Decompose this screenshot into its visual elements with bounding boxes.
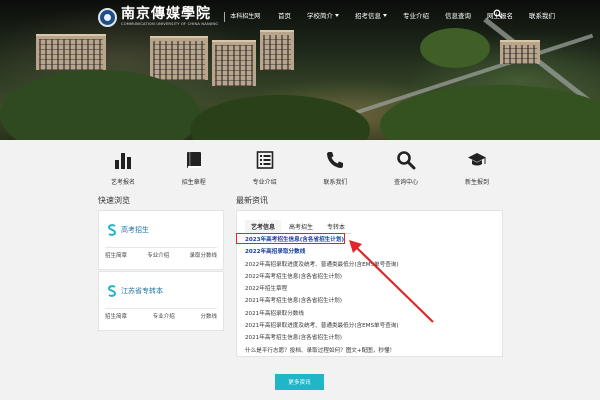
news-item[interactable]: 2022年高考招生信息(含各省招生计划) xyxy=(245,271,495,283)
news-item[interactable]: 什么是平行志愿？投档、录取过程如何？图文+配图，秒懂！ xyxy=(245,345,495,357)
hero-building xyxy=(500,40,540,64)
tab-gaokao[interactable]: 高考招生 xyxy=(283,220,320,234)
search-icon[interactable] xyxy=(493,9,503,19)
card-divider xyxy=(105,308,217,309)
logo-text: 南京傳媒學院 COMMUNICATION UNIVERSITY OF CHINA… xyxy=(121,7,218,27)
news-item[interactable]: 2022年高招录取分数线 xyxy=(245,246,495,258)
bar-chart-icon xyxy=(115,153,131,169)
quick-link-label: 联系我们 xyxy=(323,179,348,186)
s-logo-icon xyxy=(107,224,117,236)
logo-english: COMMUNICATION UNIVERSITY OF CHINA NANJIN… xyxy=(121,22,219,26)
menu-item-home[interactable]: 首页 xyxy=(278,10,291,20)
tab-art-exam[interactable]: 艺考信息 xyxy=(245,220,282,234)
news-item[interactable]: 2021年高考招生信息(含各省招生计划) xyxy=(245,295,495,307)
card-header[interactable]: 高考招生 xyxy=(107,224,149,236)
card-link-scores[interactable]: 录取分数线 xyxy=(189,251,217,259)
logo-chinese: 南京傳媒學院 xyxy=(121,6,211,22)
university-seal-icon xyxy=(98,7,117,27)
menu-item-label: 招考信息 xyxy=(355,12,381,20)
more-news-button[interactable]: 更多资讯 xyxy=(275,374,324,390)
menu-item-admission-info[interactable]: 招考信息 xyxy=(355,10,387,20)
card-link-brochure[interactable]: 招生简章 xyxy=(105,251,127,259)
highlight-box xyxy=(236,233,345,244)
card-link-majors[interactable]: 专业介绍 xyxy=(147,251,169,259)
card-title: 江苏省专转本 xyxy=(121,287,163,295)
quick-link-label: 艺考报名 xyxy=(110,179,135,186)
menu-item-label: 专业介绍 xyxy=(403,12,429,20)
quick-link-charter[interactable]: 招生章程 xyxy=(159,146,229,186)
hero-building xyxy=(212,40,256,86)
menu-item-query[interactable]: 信息查询 xyxy=(445,10,471,20)
card-divider xyxy=(105,247,217,248)
card-gaokao: 高考招生 招生简章 专业介绍 录取分数线 xyxy=(98,210,224,270)
menu-item-contact[interactable]: 联系我们 xyxy=(529,10,555,20)
quick-link-contact[interactable]: 联系我们 xyxy=(300,146,370,186)
s-logo-icon xyxy=(107,285,117,297)
hero-building xyxy=(36,34,106,70)
hero-building xyxy=(150,36,208,80)
phone-icon xyxy=(327,152,344,168)
site-logo[interactable]: 南京傳媒學院 COMMUNICATION UNIVERSITY OF CHINA… xyxy=(98,7,260,27)
menu-item-about[interactable]: 学校简介 xyxy=(307,10,339,20)
chevron-down-icon xyxy=(335,13,339,17)
news-item[interactable]: 2022年高招录取进度及统考、普通类最低分(含EMS单号查询) xyxy=(245,259,495,271)
menu-item-label: 信息查询 xyxy=(445,12,471,20)
logo-subtitle: 本科招生网 xyxy=(224,12,260,22)
news-item[interactable]: 2021年高考招生信息(含各省招生计划) xyxy=(245,332,495,344)
card-link-scores[interactable]: 分数线 xyxy=(200,312,217,320)
card-title: 高考招生 xyxy=(121,226,149,234)
search-icon xyxy=(397,151,416,170)
menu-item-majors[interactable]: 专业介绍 xyxy=(403,10,429,20)
quick-browse-title: 快速浏览 xyxy=(98,196,130,205)
card-link-majors[interactable]: 专业介绍 xyxy=(153,312,175,320)
top-nav: 南京傳媒學院 COMMUNICATION UNIVERSITY OF CHINA… xyxy=(0,0,600,32)
quick-link-label: 新生报到 xyxy=(464,179,489,186)
quick-link-freshman[interactable]: 新生报到 xyxy=(442,146,512,186)
latest-news-title: 最新资讯 xyxy=(236,196,268,205)
menu-item-label: 联系我们 xyxy=(529,12,555,20)
news-item[interactable]: 2021年高招录取进度及统考、普通类最低分(含EMS单号查询) xyxy=(245,320,495,332)
card-zhuanzhuanben: 江苏省专转本 招生简章 专业介绍 分数线 xyxy=(98,271,224,331)
chevron-down-icon xyxy=(383,13,387,17)
news-item[interactable]: 2021年高招录取分数线 xyxy=(245,308,495,320)
news-list: 2023年高考招生信息(含各省招生计划) 2022年高招录取分数线 2022年高… xyxy=(245,234,495,357)
menu-item-label: 首页 xyxy=(278,12,291,20)
quick-link-label: 招生章程 xyxy=(181,179,206,186)
tab-zhuanzhuanben[interactable]: 专转本 xyxy=(321,220,352,234)
quick-link-art-exam[interactable]: 艺考报名 xyxy=(88,146,158,186)
quick-link-label: 查询中心 xyxy=(394,179,419,186)
quick-link-majors[interactable]: 专业介绍 xyxy=(230,146,300,186)
card-links: 招生简章 专业介绍 分数线 xyxy=(105,312,217,320)
book-icon xyxy=(186,152,201,168)
hero-trees xyxy=(420,28,490,68)
menu-item-label: 学校简介 xyxy=(307,12,333,20)
quick-link-label: 专业介绍 xyxy=(252,179,277,186)
quick-link-query-center[interactable]: 查询中心 xyxy=(371,146,441,186)
news-tabs: 艺考信息 高考招生 专转本 xyxy=(245,220,353,234)
list-icon xyxy=(256,151,273,169)
card-links: 招生简章 专业介绍 录取分数线 xyxy=(105,251,217,259)
card-link-brochure[interactable]: 招生简章 xyxy=(105,312,127,320)
hero-building xyxy=(260,30,294,70)
main-menu: 首页 学校简介 招考信息 专业介绍 信息查询 网上报名 联系我们 xyxy=(278,10,571,20)
graduation-cap-icon xyxy=(467,153,486,166)
quick-links: 艺考报名 招生章程 专业介绍 联系我们 查询中心 新生报到 xyxy=(88,146,512,186)
card-header[interactable]: 江苏省专转本 xyxy=(107,285,163,297)
news-item[interactable]: 2022年招生章程 xyxy=(245,283,495,295)
